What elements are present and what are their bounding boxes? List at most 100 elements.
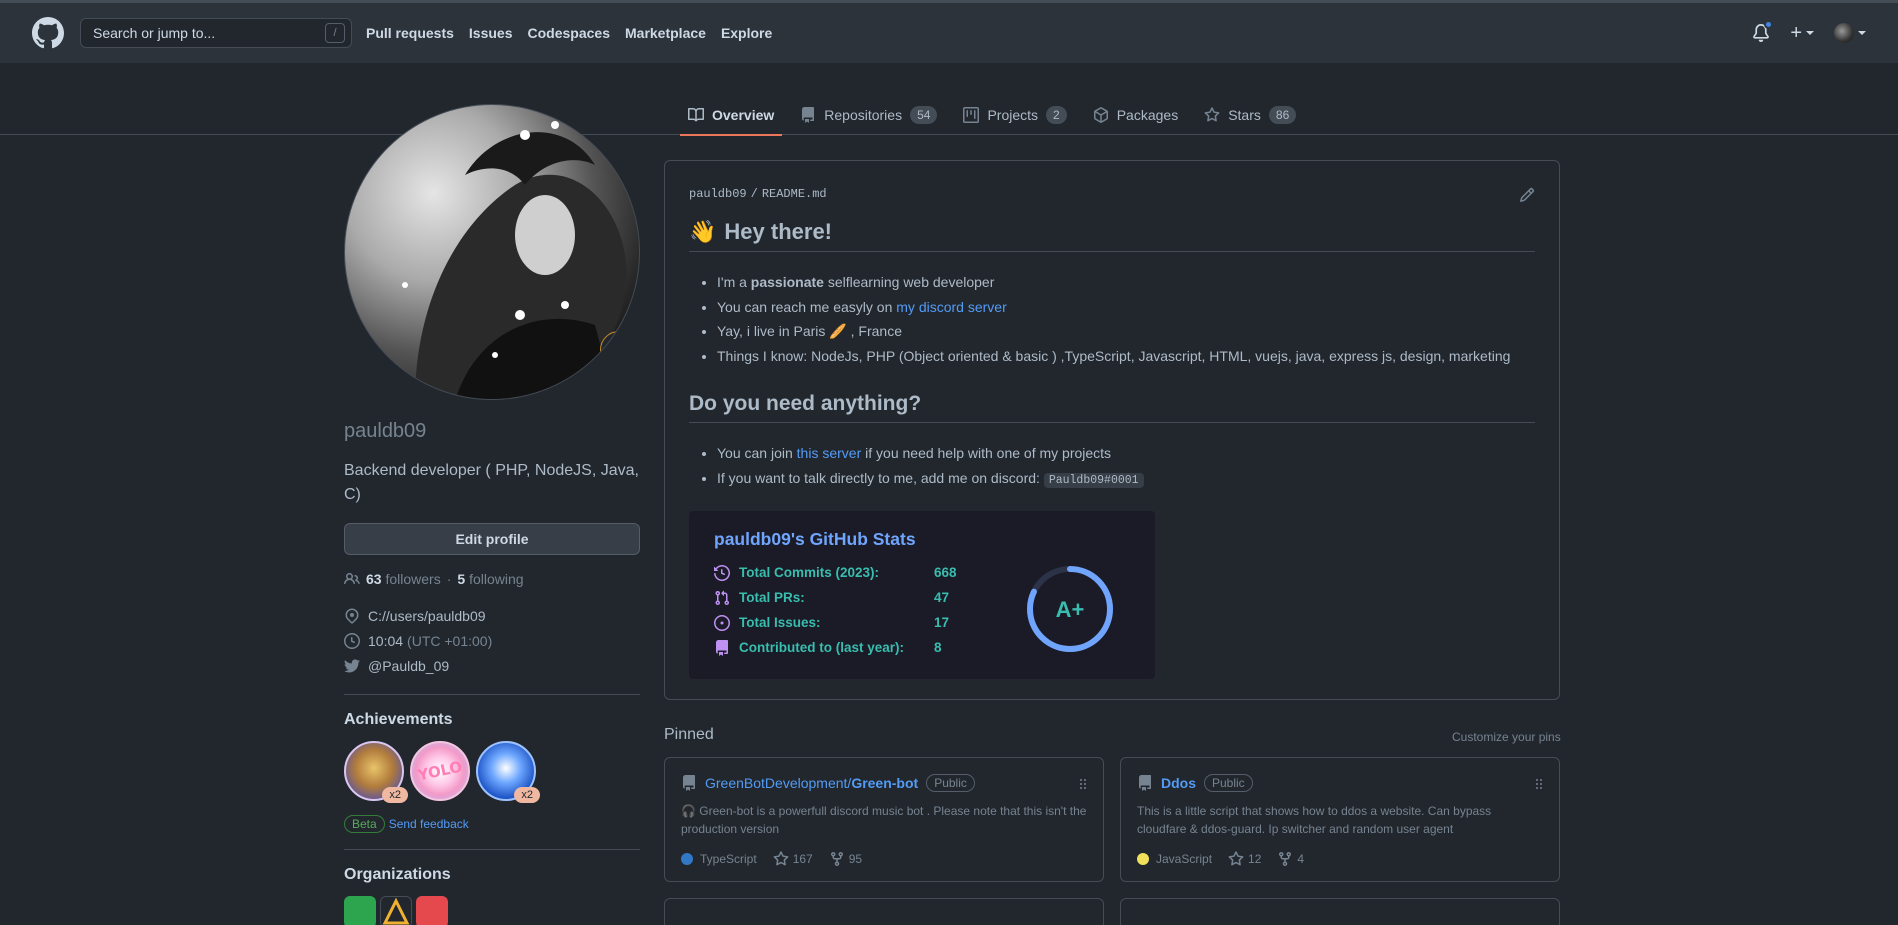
create-new-dropdown[interactable]: + [1790,22,1814,45]
customize-pins-link[interactable]: Customize your pins [1452,730,1561,744]
waving-hand-emoji: 👋 [689,219,717,244]
sidebar-divider [344,849,640,850]
org-avatar-green[interactable] [344,896,376,925]
tab-overview[interactable]: Overview [680,95,783,136]
following-label: following [469,571,524,587]
repo-meta: JavaScript 12 4 [1137,851,1304,867]
plus-icon: + [1790,21,1802,44]
pinned-repo-card: GreenBotDevelopment/Green-bot Public 🎧 G… [664,757,1104,882]
header-nav: Pull requests Issues Codespaces Marketpl… [366,25,787,41]
repo-stars-link[interactable]: 167 [773,851,813,867]
followers-link[interactable]: 63 followers [366,571,441,587]
following-link[interactable]: 5 following [457,571,523,587]
repo-icon [802,107,815,123]
star-count: 167 [792,852,813,866]
readme-heading-1-text: Hey there! [724,219,832,244]
tab-packages[interactable]: Packages [1085,95,1186,135]
pencil-icon[interactable] [1519,187,1535,203]
tab-projects[interactable]: Projects 2 [955,95,1074,135]
nav-explore[interactable]: Explore [721,25,772,41]
readme-list-1: I'm a passionate selflearning web develo… [717,270,1535,368]
nav-codespaces[interactable]: Codespaces [528,25,610,41]
tab-label: Repositories [824,107,903,123]
sidebar-divider [344,694,640,695]
repo-forks-link[interactable]: 4 [1277,851,1304,867]
pull-shark-achievement-badge[interactable]: x2 [476,741,540,803]
slash-key-hint: / [325,23,345,43]
repo-icon [683,775,695,791]
quickdraw-achievement-badge[interactable]: x2 [344,741,408,803]
stars-count: 86 [1268,106,1297,124]
followers-count: 63 [366,571,382,587]
github-logo-icon[interactable] [32,17,64,49]
set-status-button[interactable] [600,331,638,369]
achievement-count: x2 [382,787,408,803]
profile-tabs-bar: Overview Repositories 54 Projects 2 Pack… [0,63,1898,136]
follow-stats: 63 followers · 5 following [344,571,640,587]
visibility-badge: Public [926,774,975,792]
stat-label: Total Issues: [739,615,821,630]
repo-owner: GreenBotDevelopment/ [705,775,852,791]
tab-label: Projects [987,107,1039,123]
repo-stars-link[interactable]: 12 [1228,851,1261,867]
language-name: JavaScript [1156,852,1213,866]
triangle-logo-icon [382,897,410,925]
rank-circle: A+ [1027,566,1113,652]
readme-heading-2: Do you need anything? [689,392,1535,423]
repo-link[interactable]: GreenBotDevelopment/Green-bot [705,775,918,791]
this-server-link[interactable]: this server [797,445,862,461]
profile-tabs: Overview Repositories 54 Projects 2 Pack… [680,95,1314,136]
repo-forks-link[interactable]: 95 [829,851,862,867]
list-item: Yay, i live in Paris 🥖 , France [717,319,1535,344]
yolo-text-art: YOLO [415,758,464,785]
tab-stars[interactable]: Stars 86 [1196,95,1304,135]
profile-username: pauldb09 [344,420,427,442]
nav-marketplace[interactable]: Marketplace [625,25,706,41]
profile-bio: Backend developer ( PHP, NodeJS, Java, C… [344,462,639,503]
drag-handle-icon[interactable] [1535,778,1543,790]
location-icon [345,607,359,624]
unread-dot [1764,20,1774,29]
nav-pull-requests[interactable]: Pull requests [366,25,454,41]
org-avatar-red[interactable] [416,896,448,925]
github-stats-card[interactable]: pauldb09's GitHub Stats Total Commits (2… [689,511,1155,679]
twitter-icon [344,659,360,673]
avatar [1834,23,1854,43]
tab-repositories[interactable]: Repositories 54 [792,95,945,135]
send-feedback-link[interactable]: Send feedback [389,817,469,831]
organizations-heading: Organizations [344,866,451,883]
readme-owner-link[interactable]: pauldb09 [689,187,747,201]
twitter-row[interactable]: @Pauldb_09 [344,653,640,678]
repo-link[interactable]: Ddos [1161,775,1196,791]
visibility-badge: Public [1204,774,1253,792]
tab-label: Overview [712,107,775,123]
text: Yay, i live in Paris [717,323,830,339]
repo-language: JavaScript [1137,852,1212,866]
search-placeholder: Search or jump to... [93,25,216,41]
followers-label: followers [385,571,441,587]
pinned-repo-card-partial [1120,898,1560,925]
star-icon [773,851,789,866]
org-avatar-triangle[interactable] [380,896,412,925]
drag-handle-icon[interactable] [1079,778,1087,790]
profile-avatar[interactable] [344,104,640,400]
local-time-row: 10:04 (UTC +01:00) [344,628,640,653]
text: selflearning web developer [823,274,995,290]
achievement-count: x2 [514,787,540,803]
beta-badge: Beta [344,815,385,833]
search-input[interactable]: Search or jump to... / [80,18,352,48]
user-menu-dropdown[interactable] [1834,23,1866,43]
repo-name: Green-bot [851,775,919,791]
yolo-achievement-badge[interactable]: YOLO [410,741,470,801]
repo-description: This is a little script that shows how t… [1137,804,1492,836]
text: I'm a [717,274,751,290]
notifications-button[interactable] [1752,20,1774,42]
achievements-feedback: Beta Send feedback [344,815,640,833]
nav-issues[interactable]: Issues [469,25,513,41]
repo-name: Ddos [1161,775,1196,791]
edit-profile-button[interactable]: Edit profile [344,523,640,555]
discord-server-link[interactable]: my discord server [896,299,1006,315]
pull-request-icon [715,590,730,605]
pin-header: Ddos Public [1137,774,1543,792]
achievements-heading[interactable]: Achievements [344,711,640,729]
